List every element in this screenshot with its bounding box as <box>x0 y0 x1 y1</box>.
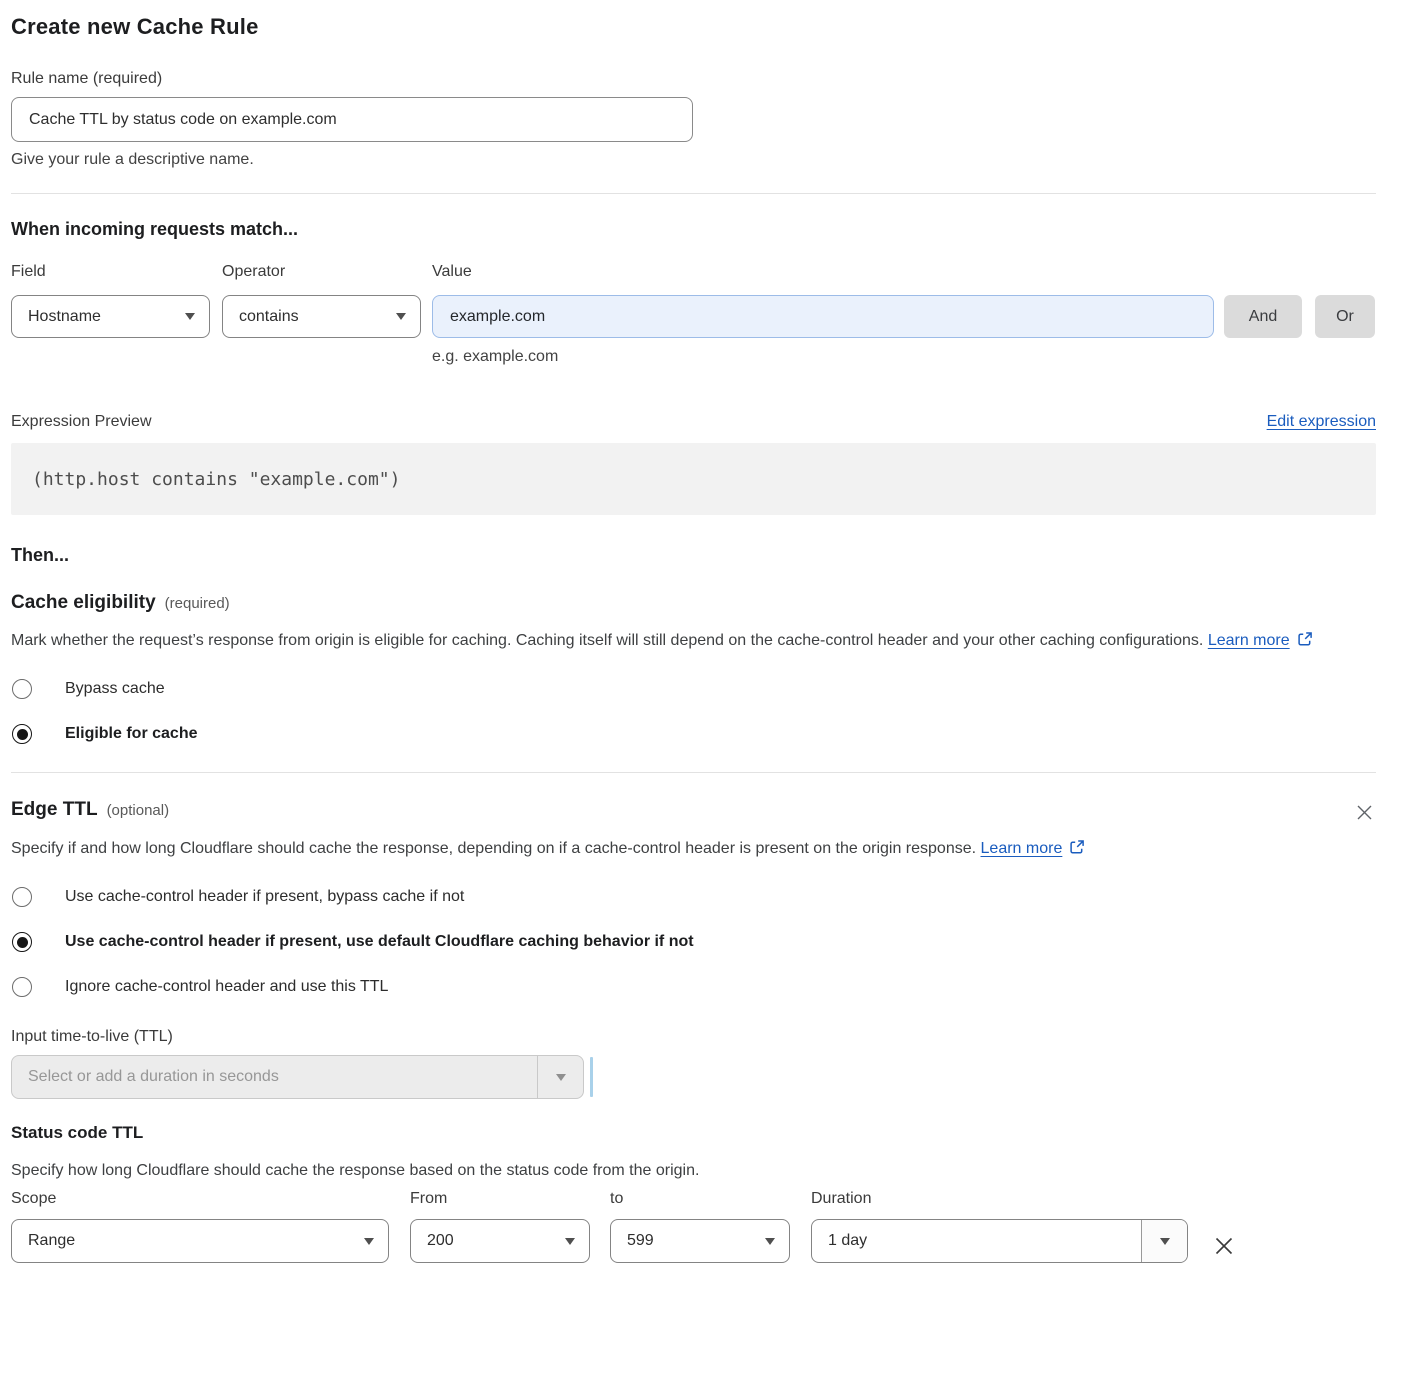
external-link-icon <box>1069 837 1085 865</box>
duration-caret-zone[interactable] <box>1141 1220 1187 1262</box>
radio-use-header-default[interactable]: Use cache-control header if present, use… <box>11 932 1376 952</box>
field-select[interactable]: Hostname <box>11 295 210 338</box>
duration-label: Duration <box>811 1189 1188 1209</box>
chevron-down-icon <box>765 1238 775 1245</box>
status-code-ttl-row: Scope Range From 200 to 599 Duration 1 d… <box>11 1189 1376 1263</box>
cache-eligibility-header: Cache eligibility (required) <box>11 592 1376 614</box>
focus-indicator <box>590 1057 593 1097</box>
radio-icon <box>12 977 32 997</box>
from-label: From <box>410 1189 590 1209</box>
radio-ignore-header-use-ttl[interactable]: Ignore cache-control header and use this… <box>11 977 1376 997</box>
ttl-select-caret-zone[interactable] <box>537 1056 583 1098</box>
or-button[interactable]: Or <box>1315 295 1375 338</box>
radio-icon <box>12 932 32 952</box>
scope-select[interactable]: Range <box>11 1219 389 1263</box>
match-section-heading: When incoming requests match... <box>11 219 1376 240</box>
close-icon <box>1212 1246 1236 1261</box>
radio-icon <box>12 887 32 907</box>
from-select-value: 200 <box>427 1232 454 1250</box>
radio-icon <box>12 724 32 744</box>
edge-ttl-description: Specify if and how long Cloudflare shoul… <box>11 835 1111 865</box>
create-cache-rule-form: Create new Cache Rule Rule name (require… <box>0 0 1412 1263</box>
rule-name-label: Rule name (required) <box>11 69 1376 89</box>
close-icon <box>1355 810 1374 825</box>
chevron-down-icon <box>396 313 406 320</box>
radio-eligible-for-cache[interactable]: Eligible for cache <box>11 724 1376 744</box>
value-input[interactable] <box>432 295 1214 338</box>
operator-select[interactable]: contains <box>222 295 421 338</box>
cache-eligibility-options: Bypass cache Eligible for cache <box>11 679 1376 744</box>
section-divider <box>11 772 1376 773</box>
expression-code: (http.host contains "example.com") <box>32 469 400 490</box>
page-title: Create new Cache Rule <box>11 14 1376 40</box>
from-select[interactable]: 200 <box>410 1219 590 1263</box>
chevron-down-icon <box>565 1238 575 1245</box>
ttl-select-placeholder: Select or add a duration in seconds <box>12 1056 537 1098</box>
edge-ttl-close-button[interactable] <box>1353 801 1376 827</box>
edge-ttl-options: Use cache-control header if present, byp… <box>11 887 1376 997</box>
rule-name-helper: Give your rule a descriptive name. <box>11 150 1376 170</box>
required-tag: (required) <box>165 595 230 612</box>
ttl-input-label: Input time-to-live (TTL) <box>11 1027 1376 1047</box>
duration-select-value: 1 day <box>812 1220 1141 1262</box>
radio-icon <box>12 679 32 699</box>
operator-select-value: contains <box>239 308 299 326</box>
learn-more-link[interactable]: Learn more <box>981 840 1063 857</box>
status-code-ttl-description: Specify how long Cloudflare should cache… <box>11 1159 1376 1183</box>
match-condition-row: Field Hostname Operator contains Value e… <box>11 262 1376 367</box>
status-code-ttl-heading: Status code TTL <box>11 1123 1376 1143</box>
expression-code-block: (http.host contains "example.com") <box>11 443 1376 515</box>
edge-ttl-heading: Edge TTL <box>11 799 98 821</box>
cache-eligibility-heading: Cache eligibility <box>11 592 156 614</box>
duration-select[interactable]: 1 day <box>811 1219 1188 1263</box>
field-select-value: Hostname <box>28 308 101 326</box>
operator-label: Operator <box>222 262 421 282</box>
value-helper: e.g. example.com <box>432 347 1214 367</box>
learn-more-link[interactable]: Learn more <box>1208 632 1290 649</box>
radio-use-header-bypass[interactable]: Use cache-control header if present, byp… <box>11 887 1376 907</box>
cache-eligibility-description: Mark whether the request’s response from… <box>11 627 1356 657</box>
expression-preview-header: Expression Preview Edit expression <box>11 413 1376 431</box>
to-label: to <box>610 1189 790 1209</box>
field-label: Field <box>11 262 210 282</box>
to-select[interactable]: 599 <box>610 1219 790 1263</box>
chevron-down-icon <box>364 1238 374 1245</box>
edit-expression-link[interactable]: Edit expression <box>1267 413 1376 431</box>
and-button[interactable]: And <box>1224 295 1302 338</box>
status-row-delete-button[interactable] <box>1210 1232 1238 1263</box>
section-divider <box>11 193 1376 194</box>
to-select-value: 599 <box>627 1232 654 1250</box>
optional-tag: (optional) <box>107 802 170 819</box>
expression-preview-label: Expression Preview <box>11 413 152 431</box>
external-link-icon <box>1297 629 1313 657</box>
scope-select-value: Range <box>28 1232 75 1250</box>
radio-bypass-cache[interactable]: Bypass cache <box>11 679 1376 699</box>
then-heading: Then... <box>11 545 1376 566</box>
chevron-down-icon <box>185 313 195 320</box>
ttl-duration-select[interactable]: Select or add a duration in seconds <box>11 1055 584 1099</box>
chevron-down-icon <box>556 1074 566 1081</box>
scope-label: Scope <box>11 1189 389 1209</box>
rule-name-input[interactable] <box>11 97 693 142</box>
value-label: Value <box>432 262 1214 282</box>
chevron-down-icon <box>1160 1238 1170 1245</box>
edge-ttl-header: Edge TTL (optional) <box>11 799 1376 827</box>
